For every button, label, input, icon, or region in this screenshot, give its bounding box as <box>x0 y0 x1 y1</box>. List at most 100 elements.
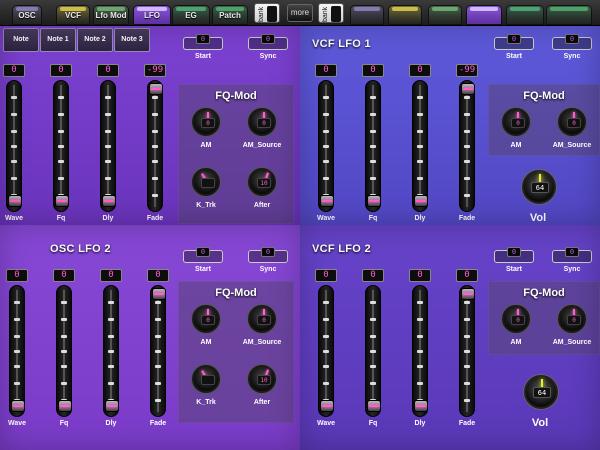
vol-dial[interactable]: 64 <box>522 170 556 204</box>
fader-fade[interactable]: -99 Fade <box>144 64 166 225</box>
fader-handle[interactable] <box>320 195 334 207</box>
start-selector[interactable]: 0 Start <box>183 247 223 273</box>
fader-handle[interactable] <box>58 400 72 412</box>
knob-am[interactable]: 0 AM <box>496 305 536 357</box>
fader-fq[interactable]: 0 Fq <box>362 64 384 225</box>
fader-track[interactable] <box>459 285 475 417</box>
sync-selector[interactable]: 0 Sync <box>552 247 592 273</box>
knob-am-source[interactable]: 0 AM_Source <box>552 305 592 357</box>
fader-track[interactable] <box>459 80 475 212</box>
vol-knob[interactable]: 64 Vol <box>510 375 570 445</box>
knob-dial[interactable]: 0 <box>558 305 586 333</box>
knob-am[interactable]: 0 AM <box>496 108 536 160</box>
fader-handle[interactable] <box>414 195 428 207</box>
fader-track[interactable] <box>100 80 116 212</box>
fader-track[interactable] <box>6 80 22 212</box>
fader-handle[interactable] <box>11 400 25 412</box>
fader-handle[interactable] <box>461 83 475 95</box>
knob-dial[interactable]: 0 <box>558 108 586 136</box>
fader-handle[interactable] <box>414 400 428 412</box>
fader-dly[interactable]: 0 Dly <box>97 64 119 225</box>
tab-lfo[interactable]: LFO <box>133 5 171 25</box>
fader-handle[interactable] <box>55 195 69 207</box>
start-selector[interactable]: 0 Start <box>494 34 534 60</box>
bank2-tab-1[interactable] <box>350 5 384 25</box>
tab-eg[interactable]: EG <box>172 5 210 25</box>
knob-dial[interactable]: 0 <box>502 305 530 333</box>
bank2-tab-3[interactable] <box>428 5 462 25</box>
bank2-tab-2[interactable] <box>388 5 422 25</box>
knob-after[interactable]: 10 After <box>242 168 282 220</box>
knob-dial[interactable]: 0 <box>248 108 276 136</box>
start-selector[interactable]: 0 Start <box>494 247 534 273</box>
fader-wave[interactable]: 0 Wave <box>315 64 337 225</box>
note-button-note-3[interactable]: Note 3 <box>114 28 150 52</box>
bank1-button[interactable]: bank 1 <box>254 3 280 23</box>
bank2-tab-4[interactable] <box>466 5 502 25</box>
bank2-tab-5[interactable] <box>506 5 544 25</box>
knob-am-source[interactable]: 0 AM_Source <box>242 305 282 357</box>
fader-handle[interactable] <box>105 400 119 412</box>
fader-track[interactable] <box>365 80 381 212</box>
tab-lfo-mod[interactable]: Lfo Mod <box>93 5 129 25</box>
fader-fade[interactable]: -99 Fade <box>456 64 478 225</box>
fader-handle[interactable] <box>102 195 116 207</box>
fader-track[interactable] <box>53 80 69 212</box>
knob-dial[interactable] <box>192 168 220 196</box>
fader-fq[interactable]: 0 Fq <box>53 269 75 439</box>
knob-am-source[interactable]: 0 AM_Source <box>242 108 282 160</box>
knob-dial[interactable]: 0 <box>192 108 220 136</box>
fader-handle[interactable] <box>367 400 381 412</box>
fader-track[interactable] <box>9 285 25 417</box>
fader-wave[interactable]: 0 Wave <box>6 269 28 439</box>
sync-selector[interactable]: 0 Sync <box>248 34 288 60</box>
sync-selector[interactable]: 0 Sync <box>248 247 288 273</box>
fader-wave[interactable]: 0 Wave <box>315 269 337 439</box>
knob-am[interactable]: 0 AM <box>186 108 226 160</box>
vol-knob[interactable]: 64 Vol <box>508 170 568 225</box>
knob-dial[interactable]: 0 <box>248 305 276 333</box>
knob-am-source[interactable]: 0 AM_Source <box>552 108 592 160</box>
fader-track[interactable] <box>318 285 334 417</box>
fader-fq[interactable]: 0 Fq <box>50 64 72 225</box>
fader-handle[interactable] <box>367 195 381 207</box>
fader-track[interactable] <box>56 285 72 417</box>
knob-am[interactable]: 0 AM <box>186 305 226 357</box>
vol-dial[interactable]: 64 <box>524 375 558 409</box>
knob-dial[interactable]: 10 <box>248 365 276 393</box>
fader-track[interactable] <box>365 285 381 417</box>
fader-dly[interactable]: 0 Dly <box>409 269 431 439</box>
fader-fade[interactable]: 0 Fade <box>456 269 478 439</box>
fader-handle[interactable] <box>152 288 166 300</box>
fader-track[interactable] <box>412 80 428 212</box>
fader-fq[interactable]: 0 Fq <box>362 269 384 439</box>
fader-track[interactable] <box>147 80 163 212</box>
fader-handle[interactable] <box>320 400 334 412</box>
fader-fade[interactable]: 0 Fade <box>147 269 169 439</box>
fader-handle[interactable] <box>461 288 475 300</box>
knob-dial[interactable]: 10 <box>248 168 276 196</box>
tab-osc[interactable]: OSC <box>12 5 42 25</box>
fader-handle[interactable] <box>149 83 163 95</box>
fader-dly[interactable]: 0 Dly <box>409 64 431 225</box>
fader-wave[interactable]: 0 Wave <box>3 64 25 225</box>
fader-track[interactable] <box>103 285 119 417</box>
bank2-button[interactable]: bank 2 <box>318 3 344 23</box>
fader-track[interactable] <box>150 285 166 417</box>
fader-track[interactable] <box>318 80 334 212</box>
fader-dly[interactable]: 0 Dly <box>100 269 122 439</box>
knob-k-trk[interactable]: K_Trk <box>186 168 226 220</box>
note-button-note[interactable]: Note <box>3 28 39 52</box>
knob-dial[interactable] <box>192 365 220 393</box>
tab-patch[interactable]: Patch <box>212 5 248 25</box>
more-button[interactable]: more <box>287 4 313 22</box>
knob-dial[interactable]: 0 <box>502 108 530 136</box>
sync-selector[interactable]: 0 Sync <box>552 34 592 60</box>
note-button-note-2[interactable]: Note 2 <box>77 28 113 52</box>
tab-vcf[interactable]: VCF <box>56 5 90 25</box>
fader-track[interactable] <box>412 285 428 417</box>
bank2-tab-6[interactable] <box>546 5 592 25</box>
start-selector[interactable]: 0 Start <box>183 34 223 60</box>
knob-dial[interactable]: 0 <box>192 305 220 333</box>
fader-handle[interactable] <box>8 195 22 207</box>
